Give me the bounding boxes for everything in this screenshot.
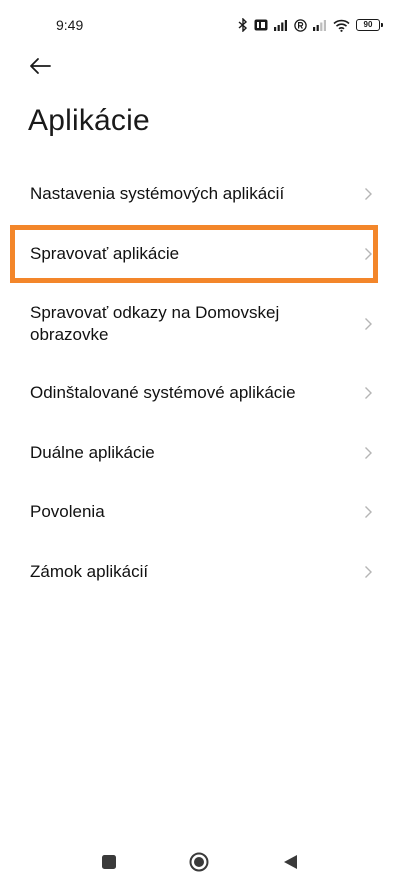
bluetooth-icon xyxy=(238,18,248,32)
chevron-right-icon xyxy=(361,317,375,331)
square-recents-icon xyxy=(101,854,117,875)
navigation-bar xyxy=(0,840,400,889)
page-title: Aplikácie xyxy=(28,104,150,137)
chevron-right-icon xyxy=(361,505,375,519)
hd-signal-icon xyxy=(254,19,268,31)
chevron-right-icon xyxy=(361,386,375,400)
status-time: 9:49 xyxy=(56,17,84,33)
arrow-left-icon xyxy=(28,57,52,80)
recents-button[interactable] xyxy=(101,854,117,875)
menu-item-label: Duálne aplikácie xyxy=(30,443,155,462)
home-button[interactable] xyxy=(189,852,209,877)
menu-item-system-app-settings[interactable]: Nastavenia systémových aplikácií xyxy=(30,183,375,205)
menu-item-label: Odinštalované systémové aplikácie xyxy=(30,383,296,402)
status-bar: 9:49 90 xyxy=(0,0,400,52)
wifi-icon xyxy=(333,19,350,32)
registered-icon xyxy=(294,18,307,32)
chevron-right-icon xyxy=(361,187,375,201)
menu-item-permissions[interactable]: Povolenia xyxy=(30,501,375,523)
battery-icon: 90 xyxy=(356,19,383,31)
chevron-right-icon xyxy=(361,565,375,579)
menu-item-label: Spravovať odkazy na Domovskej obrazovke xyxy=(30,303,280,344)
menu-item-dual-apps[interactable]: Duálne aplikácie xyxy=(30,442,375,464)
menu-item-label: Zámok aplikácií xyxy=(30,562,149,581)
status-icons: 90 xyxy=(238,15,383,35)
circle-home-icon xyxy=(189,852,209,877)
highlight-box xyxy=(10,225,378,283)
menu-item-label: Nastavenia systémových aplikácií xyxy=(30,184,285,203)
triangle-back-icon xyxy=(282,854,298,875)
menu-item-app-lock[interactable]: Zámok aplikácií xyxy=(30,561,375,583)
menu-item-label: Povolenia xyxy=(30,502,105,521)
menu-item-home-screen-shortcuts[interactable]: Spravovať odkazy na Domovskej obrazovke xyxy=(30,302,375,346)
signal-icon xyxy=(274,19,288,31)
back-button[interactable] xyxy=(24,54,56,82)
back-nav-button[interactable] xyxy=(282,854,298,875)
menu-item-uninstalled-system-apps[interactable]: Odinštalované systémové aplikácie xyxy=(30,382,375,404)
signal-icon xyxy=(313,19,327,31)
battery-level: 90 xyxy=(363,20,373,29)
chevron-right-icon xyxy=(361,446,375,460)
